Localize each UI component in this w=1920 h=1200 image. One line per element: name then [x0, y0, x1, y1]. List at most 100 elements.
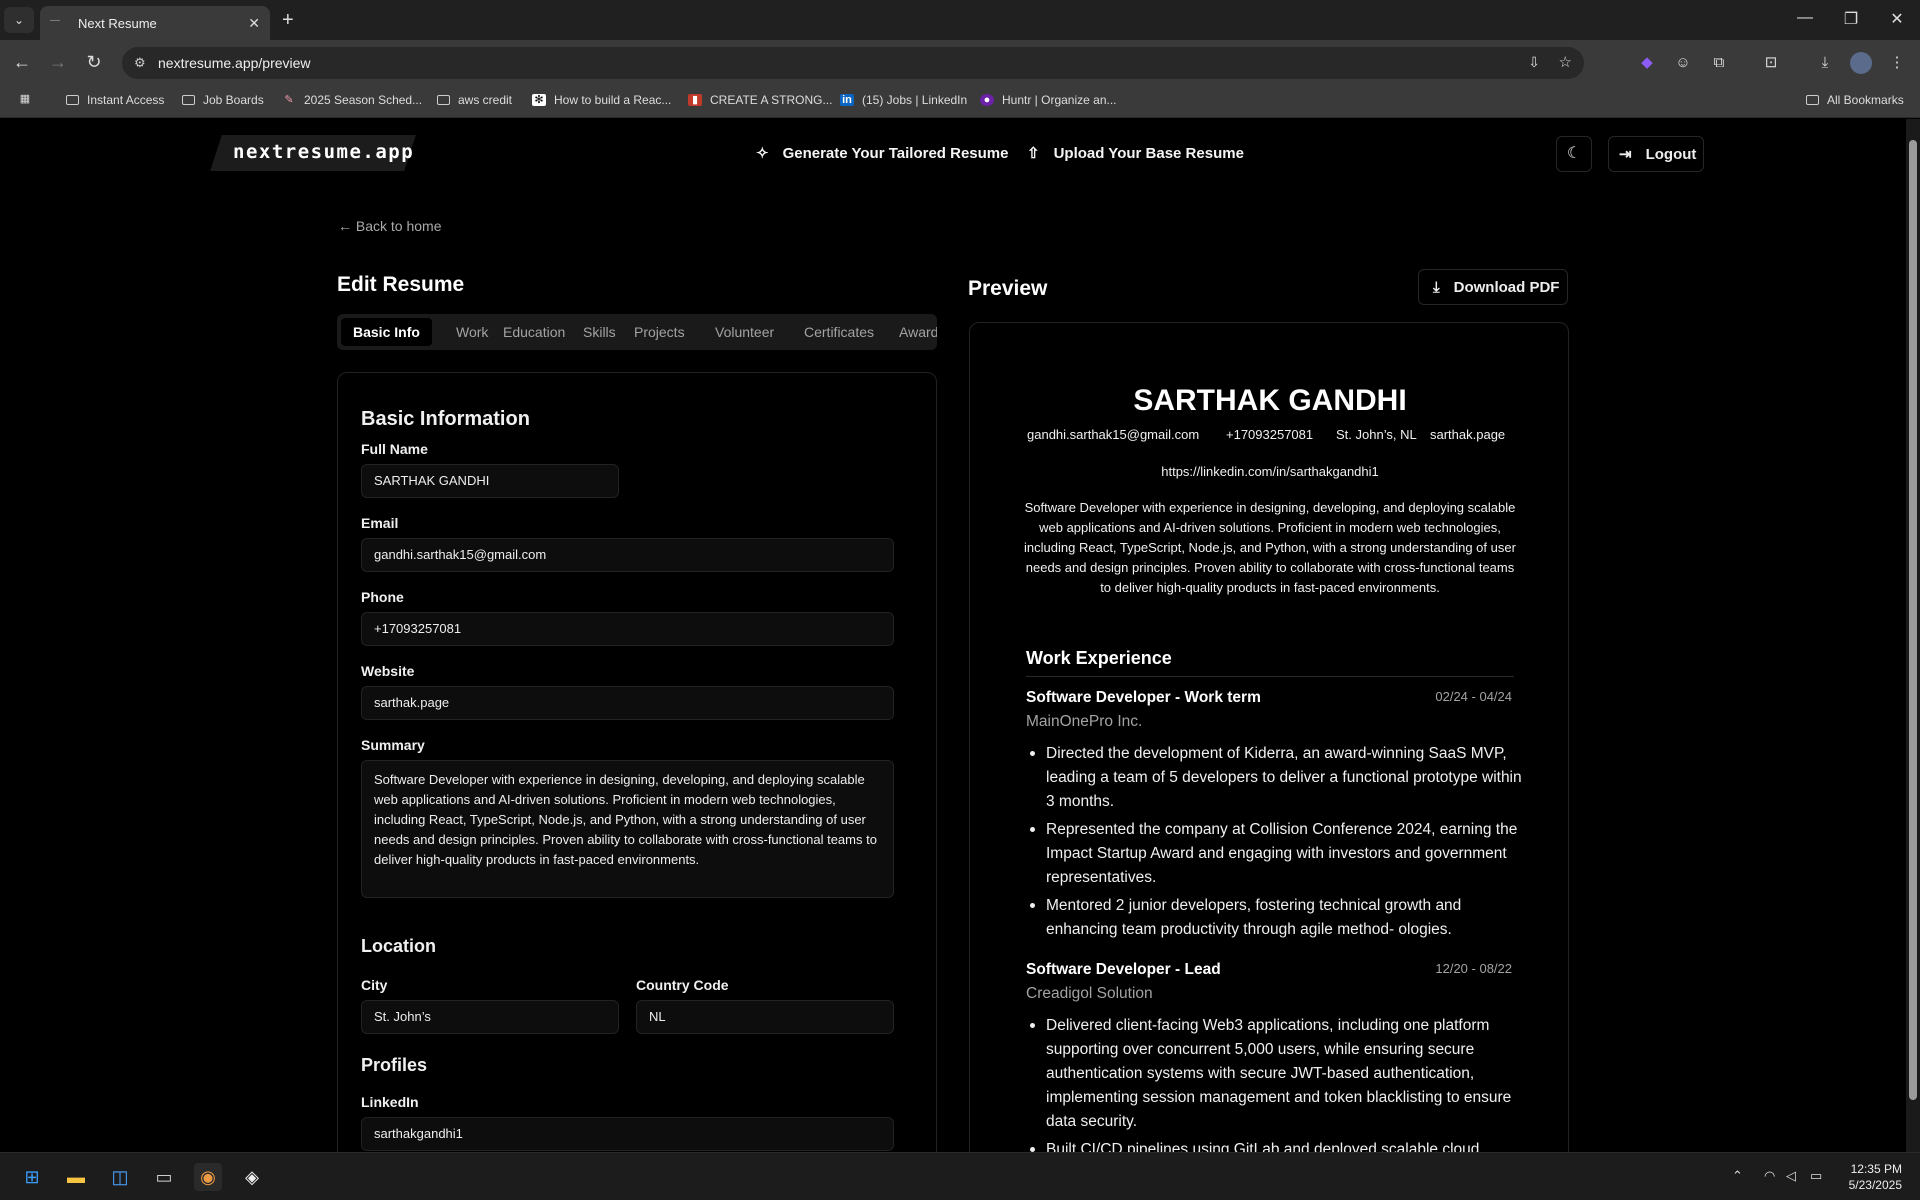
resume-website: sarthak.page: [1430, 427, 1506, 442]
tab-volunteer[interactable]: Volunteer: [703, 318, 786, 346]
full-name-input[interactable]: SARTHAK GANDHI: [361, 464, 619, 498]
bookmark-link[interactable]: ▮ CREATE A STRONG...: [688, 93, 832, 107]
tab-projects[interactable]: Projects: [622, 318, 697, 346]
linkedin-icon: in: [840, 94, 854, 106]
forward-arrow-icon[interactable]: →: [46, 52, 70, 73]
close-window-icon[interactable]: ✕: [1882, 9, 1912, 29]
minimize-icon[interactable]: —: [1790, 9, 1820, 27]
chrome-icon[interactable]: ◉: [194, 1163, 222, 1191]
resume-name: SARTHAK GANDHI: [1133, 384, 1407, 417]
linkedin-input[interactable]: sarthakgandhi1: [361, 1117, 894, 1151]
phone-label: Phone: [361, 589, 404, 605]
bookmarks-bar: ▦ Instant Access Job Boards ✎ 2025 Season…: [0, 86, 1920, 118]
terminal-icon[interactable]: ▭: [150, 1163, 178, 1191]
basic-info-heading: Basic Information: [361, 408, 530, 430]
logout-button[interactable]: ⇥ Logout: [1608, 136, 1704, 172]
job-bullets: Directed the development of Kiderra, an …: [1026, 742, 1526, 946]
summary-label: Summary: [361, 737, 425, 753]
bookmark-link[interactable]: ✻ How to build a Reac...: [532, 93, 671, 107]
install-app-icon[interactable]: ⇩: [1528, 54, 1540, 71]
tab-title: Next Resume: [78, 15, 157, 31]
wifi-icon[interactable]: ◠: [1764, 1168, 1775, 1184]
job-title: Software Developer - Work term: [1026, 689, 1261, 706]
upload-icon: ⇧: [1027, 145, 1040, 162]
tab-awards[interactable]: Awards: [887, 318, 937, 346]
resume-summary: Software Developer with experience in de…: [1024, 500, 1516, 595]
resume-email: gandhi.sarthak15@gmail.com: [1027, 427, 1200, 442]
battery-icon[interactable]: ▭: [1810, 1168, 1822, 1184]
tab-certificates[interactable]: Certificates: [792, 318, 886, 346]
restore-icon[interactable]: ❐: [1836, 9, 1866, 29]
reload-icon[interactable]: ↻: [82, 52, 106, 73]
edit-form-card: Basic Information Full Name SARTHAK GAND…: [337, 372, 937, 1152]
theme-toggle-button[interactable]: ☾: [1556, 136, 1592, 172]
downloads-icon[interactable]: ⤓: [1814, 52, 1836, 74]
upload-resume-link[interactable]: ⇧ Upload Your Base Resume: [1027, 144, 1244, 163]
volume-icon[interactable]: ◁: [1786, 1168, 1796, 1184]
list-item: Built CI/CD pipelines using GitLab and d…: [1026, 1138, 1526, 1152]
file-explorer-icon[interactable]: ▬: [62, 1163, 90, 1191]
scrollbar-thumb[interactable]: [1909, 140, 1917, 1100]
new-tab-button[interactable]: +: [282, 9, 294, 32]
windows-start-icon[interactable]: ⊞: [18, 1163, 46, 1191]
bookmark-folder[interactable]: aws credit: [437, 93, 512, 107]
summary-textarea[interactable]: Software Developer with experience in de…: [361, 760, 894, 898]
tray-chevron-icon[interactable]: ⌃: [1732, 1168, 1743, 1184]
website-input[interactable]: sarthak.page: [361, 686, 894, 720]
job-title: Software Developer - Lead: [1026, 961, 1221, 978]
bookmark-link[interactable]: ✎ 2025 Season Sched...: [282, 93, 422, 107]
site-favicon-icon: ▮: [688, 94, 702, 106]
tab-basic-info[interactable]: Basic Info: [341, 318, 432, 346]
bookmark-folder[interactable]: Instant Access: [66, 93, 164, 107]
app-icon[interactable]: ◈: [238, 1163, 266, 1191]
logout-icon: ⇥: [1619, 146, 1632, 163]
folder-icon: [66, 95, 79, 105]
tab-education[interactable]: Education: [491, 318, 577, 346]
apps-grid-icon[interactable]: ▦: [18, 93, 40, 105]
generate-resume-link[interactable]: ✧ Generate Your Tailored Resume: [756, 144, 1009, 163]
logo[interactable]: nextresume.app: [233, 141, 414, 163]
country-code-label: Country Code: [636, 977, 729, 993]
address-bar[interactable]: ⚙ nextresume.app/preview ⇩ ☆: [122, 47, 1584, 79]
job-bullets: Delivered client-facing Web3 application…: [1026, 1014, 1526, 1152]
back-to-home-link[interactable]: ← Back to home: [338, 218, 442, 234]
country-code-input[interactable]: NL: [636, 1000, 894, 1034]
bookmark-link[interactable]: ● Huntr | Organize an...: [980, 93, 1117, 107]
city-label: City: [361, 977, 388, 993]
site-favicon-icon: ✻: [532, 94, 546, 106]
job-dates: 02/24 - 04/24: [1435, 689, 1512, 704]
list-item: Delivered client-facing Web3 application…: [1026, 1014, 1526, 1134]
screenshot-icon[interactable]: ⊡: [1760, 52, 1782, 74]
resume-phone: +17093257081: [1226, 427, 1314, 442]
city-input[interactable]: St. John’s: [361, 1000, 619, 1034]
extension-face-icon[interactable]: ☺: [1672, 52, 1694, 74]
phone-input[interactable]: +17093257081: [361, 612, 894, 646]
sparkles-icon: ✧: [756, 145, 769, 162]
list-item: Represented the company at Collision Con…: [1026, 818, 1526, 890]
download-pdf-button[interactable]: ⤓ Download PDF: [1418, 269, 1568, 305]
all-bookmarks[interactable]: All Bookmarks: [1806, 93, 1904, 107]
tab-skills[interactable]: Skills: [571, 318, 628, 346]
list-item: Directed the development of Kiderra, an …: [1026, 742, 1526, 814]
bookmark-folder[interactable]: Job Boards: [182, 93, 264, 107]
extensions-puzzle-icon[interactable]: ⧉: [1708, 52, 1730, 74]
profile-avatar[interactable]: [1850, 52, 1872, 74]
browser-tab[interactable]: — Next Resume ✕: [40, 6, 270, 40]
resume-location: St. John’s, NL: [1336, 427, 1417, 442]
back-arrow-icon[interactable]: ←: [10, 52, 34, 73]
bookmark-link[interactable]: in (15) Jobs | LinkedIn: [840, 93, 967, 107]
site-info-icon[interactable]: ⚙: [134, 55, 146, 71]
store-icon[interactable]: ◫: [106, 1163, 134, 1191]
menu-dots-icon[interactable]: ⋮: [1886, 52, 1908, 74]
windows-taskbar: ⊞ ▬ ◫ ▭ ◉ ◈ ⌃ ◠ ◁ ▭ 12:35 PM 5/23/2025: [0, 1152, 1920, 1200]
edit-tabs: Basic Info Work Education Skills Project…: [337, 314, 937, 350]
url-text: nextresume.app/preview: [158, 55, 311, 71]
extension-diamond-icon[interactable]: ◆: [1636, 52, 1658, 74]
system-clock[interactable]: 12:35 PM 5/23/2025: [1849, 1161, 1902, 1193]
list-item: Mentored 2 junior developers, fostering …: [1026, 894, 1526, 942]
tab-close-icon[interactable]: ✕: [248, 15, 260, 32]
bookmark-star-icon[interactable]: ☆: [1559, 53, 1572, 71]
tab-search-button[interactable]: ⌄: [4, 7, 34, 33]
email-input[interactable]: gandhi.sarthak15@gmail.com: [361, 538, 894, 572]
profiles-heading: Profiles: [361, 1055, 428, 1075]
